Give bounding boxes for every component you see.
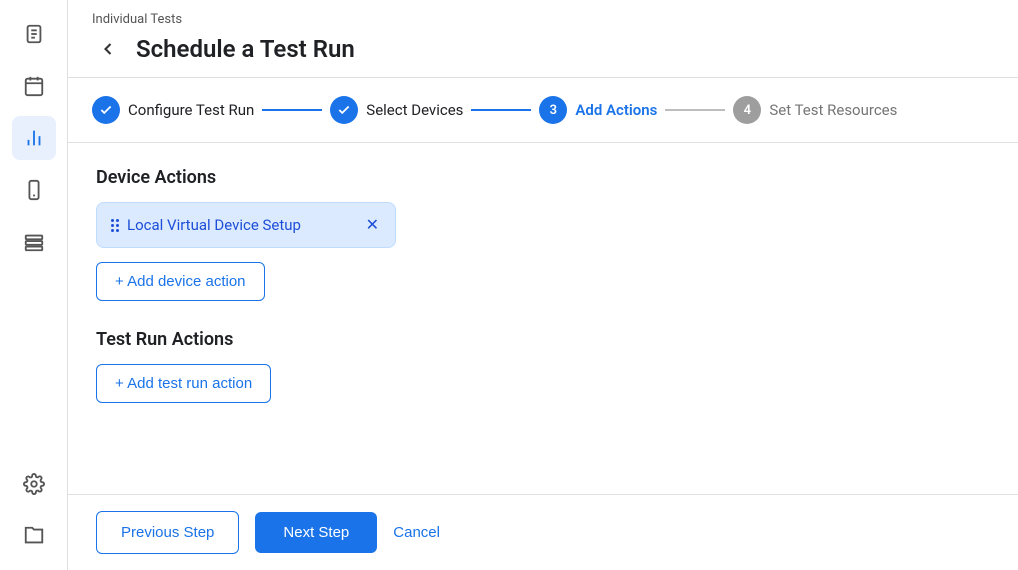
drag-handle-icon[interactable] xyxy=(111,219,119,232)
step-circle-add-actions: 3 xyxy=(539,96,567,124)
back-button[interactable] xyxy=(92,33,124,65)
device-action-chip[interactable]: Local Virtual Device Setup ✕ xyxy=(96,202,396,248)
device-actions-title: Device Actions xyxy=(96,167,990,188)
step-circle-select-devices xyxy=(330,96,358,124)
step-label-configure: Configure Test Run xyxy=(128,101,254,119)
add-test-run-action-button[interactable]: + Add test run action xyxy=(96,364,271,403)
connector-1 xyxy=(262,109,322,111)
main-content: Individual Tests Schedule a Test Run Con… xyxy=(68,0,1018,570)
step-circle-set-resources: 4 xyxy=(733,96,761,124)
sidebar-item-devices[interactable] xyxy=(12,168,56,212)
page-title: Schedule a Test Run xyxy=(136,35,355,63)
device-actions-section: Device Actions Local Vi xyxy=(96,167,990,301)
step-set-resources: 4 Set Test Resources xyxy=(733,96,897,124)
step-label-add-actions: Add Actions xyxy=(575,101,657,119)
stepper: Configure Test Run Select Devices 3 Add … xyxy=(68,78,1018,143)
content-area: Device Actions Local Vi xyxy=(68,143,1018,494)
sidebar-item-tasks[interactable] xyxy=(12,12,56,56)
next-step-button[interactable]: Next Step xyxy=(255,512,377,553)
step-configure: Configure Test Run xyxy=(92,96,254,124)
breadcrumb: Individual Tests xyxy=(92,12,994,27)
sidebar-item-settings[interactable] xyxy=(12,462,56,506)
sidebar xyxy=(0,0,68,570)
step-select-devices: Select Devices xyxy=(330,96,463,124)
cancel-button[interactable]: Cancel xyxy=(393,524,440,541)
step-add-actions: 3 Add Actions xyxy=(539,96,657,124)
test-run-actions-section: Test Run Actions + Add test run action xyxy=(96,329,990,403)
device-action-close-button[interactable]: ✕ xyxy=(364,213,381,237)
previous-step-button[interactable]: Previous Step xyxy=(96,511,239,554)
sidebar-item-layers[interactable] xyxy=(12,220,56,264)
page-title-row: Schedule a Test Run xyxy=(92,33,994,77)
connector-2 xyxy=(471,109,531,111)
step-label-select-devices: Select Devices xyxy=(366,101,463,119)
connector-3 xyxy=(665,109,725,111)
device-action-label: Local Virtual Device Setup xyxy=(127,216,356,234)
sidebar-item-calendar[interactable] xyxy=(12,64,56,108)
header: Individual Tests Schedule a Test Run xyxy=(68,0,1018,78)
footer: Previous Step Next Step Cancel xyxy=(68,494,1018,570)
sidebar-item-files[interactable] xyxy=(12,514,56,558)
test-run-actions-title: Test Run Actions xyxy=(96,329,990,350)
sidebar-item-analytics[interactable] xyxy=(12,116,56,160)
step-circle-configure xyxy=(92,96,120,124)
step-label-set-resources: Set Test Resources xyxy=(769,101,897,119)
add-device-action-button[interactable]: + Add device action xyxy=(96,262,265,301)
